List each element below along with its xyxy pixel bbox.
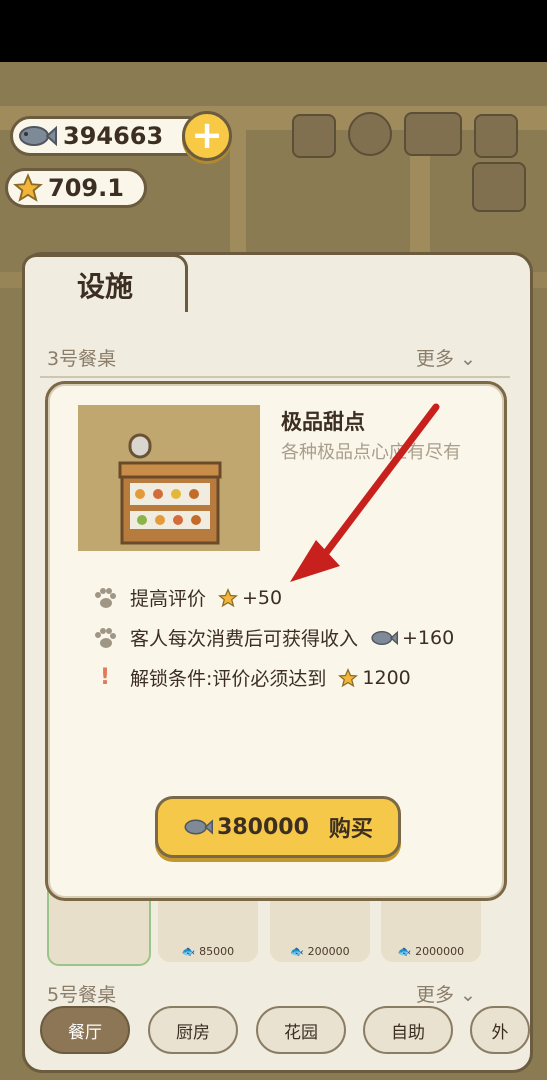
annotation-arrow bbox=[290, 403, 440, 582]
